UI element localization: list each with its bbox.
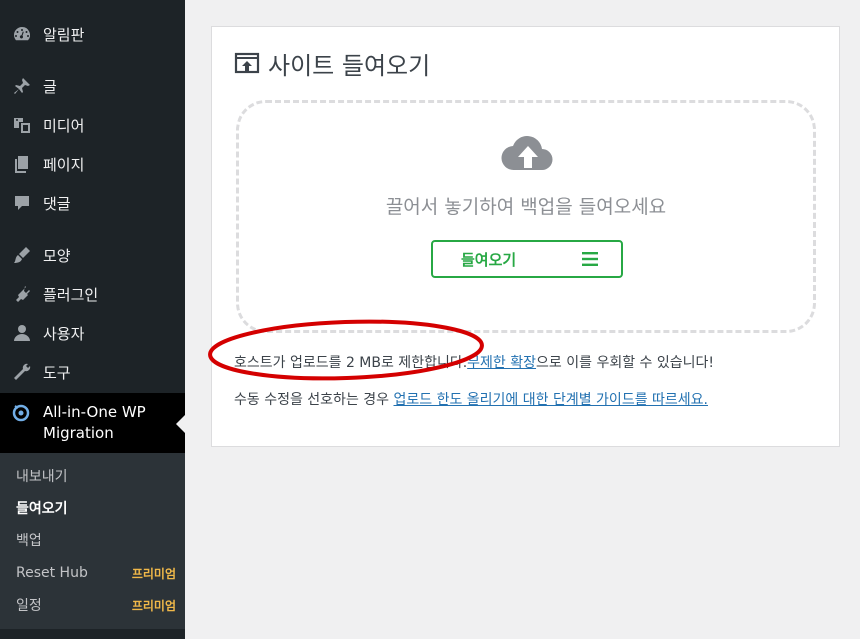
sidebar-item-label: 사용자 — [43, 324, 85, 343]
ai1wm-logo-icon — [11, 402, 33, 424]
page-title: 사이트 들여오기 — [234, 47, 431, 80]
admin-sidebar: 알림판 글 미디어 페이지 댓글 모양 플러그인 사용자 도구 All-in-O… — [0, 0, 185, 639]
sidebar-item-label: 모양 — [43, 246, 71, 265]
sidebar-item-label: 댓글 — [43, 194, 71, 213]
sidebar-item-label: 도구 — [43, 363, 71, 382]
upload-limit-text: 호스트가 업로드를 2 MB로 제한합니다. — [234, 355, 468, 371]
sidebar-item-plugins[interactable]: 플러그인 — [0, 276, 185, 312]
user-icon — [11, 322, 33, 344]
sidebar-item-label: 플러그인 — [43, 285, 99, 304]
sidebar-item-label: All-in-One WP Migration — [43, 402, 146, 444]
dashboard-icon — [11, 23, 33, 45]
sidebar-item-ai1wm[interactable]: All-in-One WP Migration — [0, 393, 185, 453]
manual-guide-text: 수동 수정을 선호하는 경우 — [234, 392, 394, 408]
drop-zone[interactable]: 끌어서 놓기하여 백업을 들여오세요 들여오기 — [236, 100, 816, 333]
plugin-icon — [11, 283, 33, 305]
sidebar-item-comments[interactable]: 댓글 — [0, 185, 185, 221]
sidebar-item-media[interactable]: 미디어 — [0, 107, 185, 143]
pages-icon — [11, 153, 33, 175]
submenu-item-reset-hub[interactable]: Reset Hub 프리미엄 — [16, 560, 176, 586]
sidebar-item-appearance[interactable]: 모양 — [0, 237, 185, 273]
sidebar-item-label: 미디어 — [43, 116, 85, 135]
submenu-label: 백업 — [16, 533, 42, 549]
cloud-upload-icon — [501, 136, 553, 171]
submenu-item-import[interactable]: 들여오기 — [16, 495, 176, 521]
drop-zone-text: 끌어서 놓기하여 백업을 들여오세요 — [385, 196, 667, 218]
upload-limit-note: 호스트가 업로드를 2 MB로 제한합니다.무제한 확장으로 이를 우회할 수 … — [234, 352, 714, 372]
submenu-label: 들여오기 — [16, 501, 68, 517]
premium-badge: 프리미엄 — [131, 566, 176, 581]
sidebar-item-users[interactable]: 사용자 — [0, 315, 185, 351]
sidebar-item-pages[interactable]: 페이지 — [0, 146, 185, 182]
manual-guide-note: 수동 수정을 선호하는 경우 업로드 한도 올리기에 대한 단계별 가이드를 따… — [234, 389, 708, 409]
ai1wm-label-line1: All-in-One WP — [43, 403, 146, 421]
media-icon — [11, 114, 33, 136]
import-site-card: 사이트 들여오기 끌어서 놓기하여 백업을 들여오세요 들여오기 호스트가 업로… — [211, 26, 840, 447]
submenu-label: 일정 — [16, 598, 42, 614]
submenu-item-schedule[interactable]: 일정 프리미엄 — [16, 592, 176, 618]
premium-badge: 프리미엄 — [131, 598, 176, 613]
import-from-button[interactable]: 들여오기 — [431, 240, 623, 278]
submenu-label: 내보내기 — [16, 469, 68, 485]
active-menu-arrow — [176, 415, 185, 433]
sidebar-item-label: 페이지 — [43, 155, 85, 174]
upload-limit-suffix: 으로 이를 우회할 수 있습니다! — [536, 355, 715, 371]
ai1wm-submenu: 내보내기 들여오기 백업 Reset Hub 프리미엄 일정 프리미엄 — [0, 453, 185, 629]
appearance-brush-icon — [11, 244, 33, 266]
wrench-icon — [11, 361, 33, 383]
sidebar-item-label: 글 — [43, 77, 57, 96]
sidebar-item-dashboard[interactable]: 알림판 — [0, 16, 185, 52]
hamburger-menu-icon — [582, 252, 598, 266]
upload-limit-guide-link[interactable]: 업로드 한도 올리기에 대한 단계별 가이드를 따르세요. — [393, 392, 708, 408]
submenu-item-export[interactable]: 내보내기 — [16, 463, 176, 489]
import-button-label: 들여오기 — [461, 250, 517, 269]
page-title-text: 사이트 들여오기 — [268, 51, 431, 80]
sidebar-item-tools[interactable]: 도구 — [0, 354, 185, 390]
pin-icon — [11, 75, 33, 97]
sidebar-item-posts[interactable]: 글 — [0, 68, 185, 104]
submenu-label: Reset Hub — [16, 565, 88, 581]
submenu-item-backups[interactable]: 백업 — [16, 527, 176, 553]
sidebar-item-label: 알림판 — [43, 25, 85, 44]
unlimited-extension-link[interactable]: 무제한 확장 — [467, 355, 536, 371]
ai1wm-label-line2: Migration — [43, 424, 114, 442]
import-upload-icon — [234, 50, 260, 76]
comment-icon — [11, 192, 33, 214]
